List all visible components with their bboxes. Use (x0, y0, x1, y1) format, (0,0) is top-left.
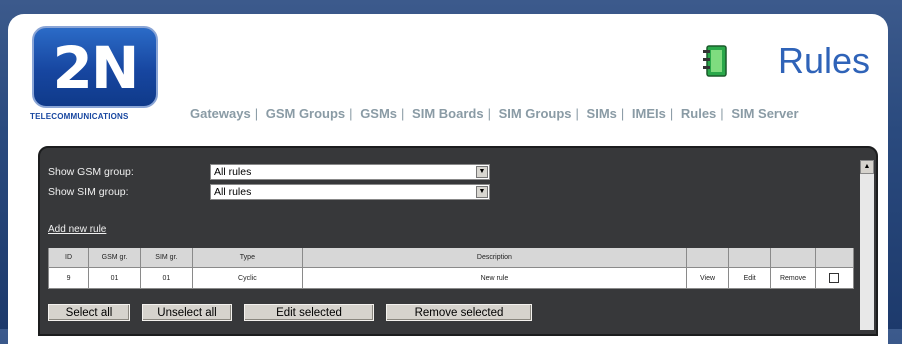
nav-imeis[interactable]: IMEIs (632, 106, 666, 121)
col-remove (771, 248, 816, 268)
rules-panel: Show GSM group: All rules ▼ Show SIM gro… (38, 146, 878, 336)
chevron-down-icon[interactable]: ▼ (476, 166, 488, 178)
gsm-group-label: Show GSM group: (48, 166, 134, 178)
unselect-all-button[interactable]: Unselect all (142, 304, 232, 321)
col-edit (729, 248, 772, 268)
nav-rules[interactable]: Rules (681, 106, 716, 121)
rules-table: ID GSM gr. SIM gr. Type Description 9 01… (48, 248, 854, 289)
nav-gateways[interactable]: Gateways (190, 106, 251, 121)
col-id: ID (48, 248, 90, 268)
main-nav: Gateways | GSM Groups | GSMs | SIM Boards | … (190, 106, 799, 121)
col-view (686, 248, 730, 268)
col-type: Type (192, 248, 303, 268)
cell-type: Cyclic (192, 268, 303, 289)
sim-group-value: All rules (214, 186, 252, 198)
remove-link[interactable]: Remove (771, 268, 816, 289)
cell-gsm-group: 01 (89, 268, 141, 289)
remove-selected-button[interactable]: Remove selected (386, 304, 532, 321)
row-checkbox[interactable] (829, 273, 840, 283)
nav-sim-server[interactable]: SIM Server (731, 106, 798, 121)
gsm-group-select[interactable]: All rules ▼ (210, 164, 490, 180)
nav-gsm-groups[interactable]: GSM Groups (266, 106, 345, 121)
nav-sim-groups[interactable]: SIM Groups (499, 106, 572, 121)
scroll-up-arrow-icon[interactable]: ▲ (860, 160, 874, 174)
view-link[interactable]: View (686, 268, 730, 289)
edit-link[interactable]: Edit (729, 268, 772, 289)
nav-sim-boards[interactable]: SIM Boards (412, 106, 484, 121)
page-title: Rules (778, 40, 871, 81)
sim-group-select[interactable]: All rules ▼ (210, 184, 490, 200)
col-sim-group: SIM gr. (140, 248, 193, 268)
cell-id: 9 (48, 268, 90, 289)
nav-sims[interactable]: SIMs (587, 106, 617, 121)
add-new-rule-link[interactable]: Add new rule (48, 224, 106, 235)
vertical-scrollbar[interactable] (860, 160, 874, 330)
col-gsm-group: GSM gr. (89, 248, 141, 268)
cell-description: New rule (302, 268, 687, 289)
logo-text: 2N (52, 34, 140, 102)
table-row: 9 01 01 Cyclic New rule View Edit Remove (48, 268, 854, 289)
chevron-down-icon[interactable]: ▼ (476, 186, 488, 198)
logo: 2N (32, 26, 158, 108)
edit-selected-button[interactable]: Edit selected (244, 304, 374, 321)
row-select-cell (815, 268, 854, 289)
nav-gsms[interactable]: GSMs (360, 106, 397, 121)
gsm-group-value: All rules (214, 166, 252, 178)
sim-group-label: Show SIM group: (48, 186, 129, 198)
address-book-icon (703, 45, 727, 77)
logo-subtitle: TELECOMMUNICATIONS (30, 112, 129, 121)
col-select (815, 248, 854, 268)
col-description: Description (302, 248, 687, 268)
select-all-button[interactable]: Select all (48, 304, 130, 321)
cell-sim-group: 01 (140, 268, 193, 289)
